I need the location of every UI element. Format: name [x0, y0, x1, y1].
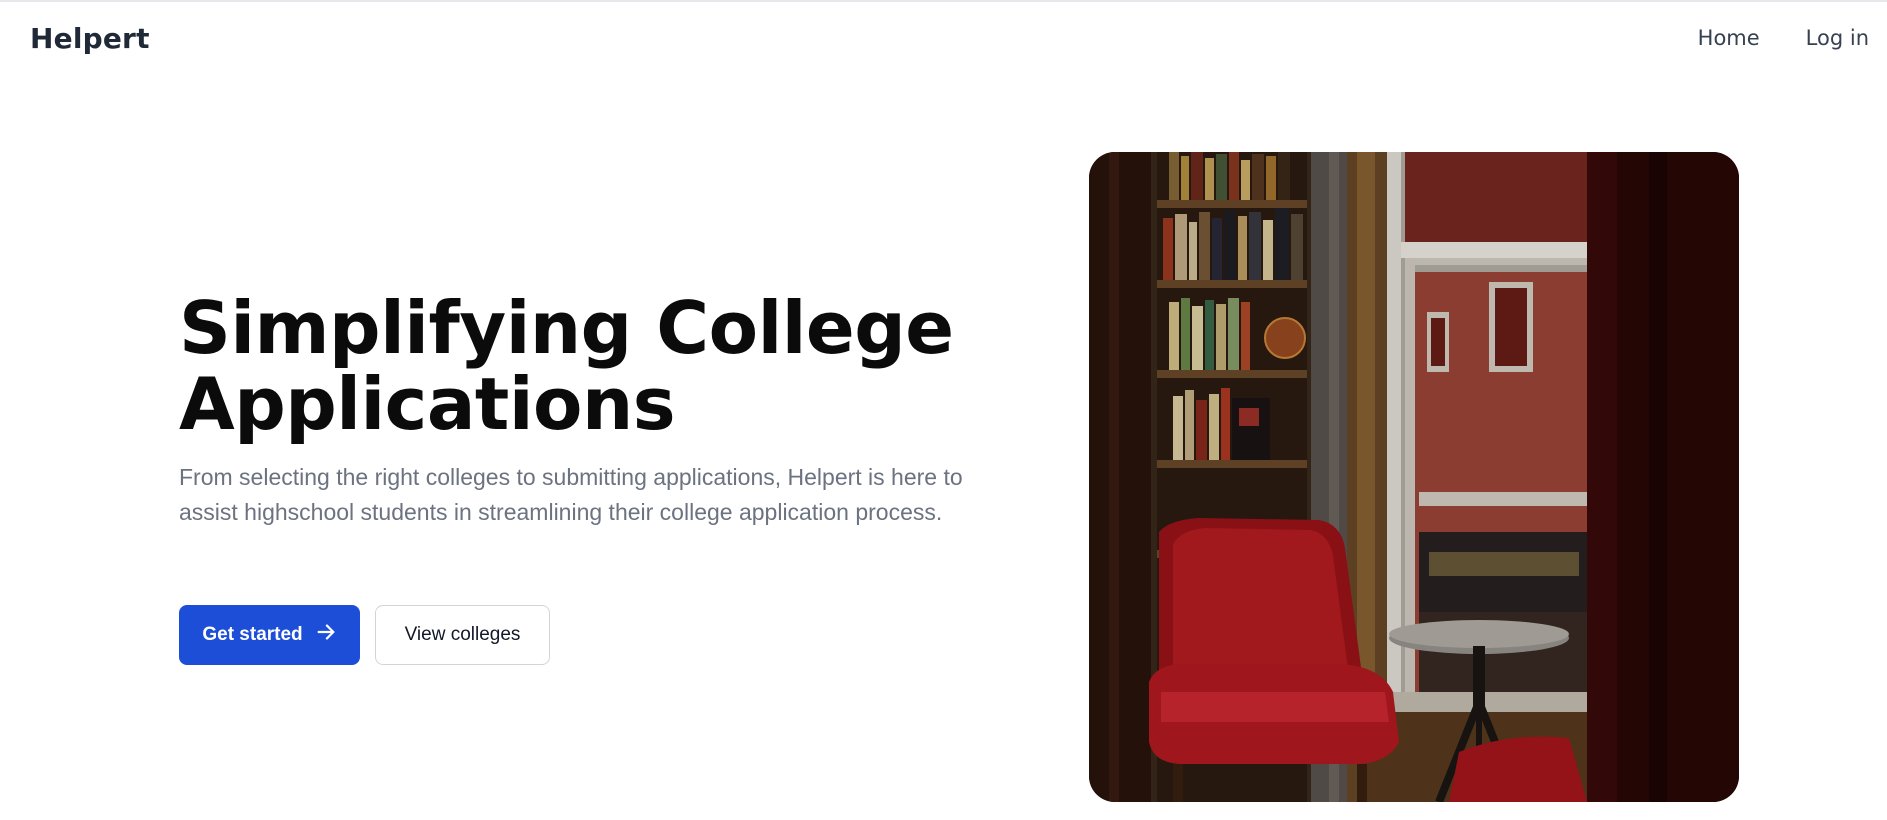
- get-started-button[interactable]: Get started: [179, 605, 360, 665]
- hero-text: Simplifying College Applications From se…: [179, 290, 1039, 530]
- hero-image: [1089, 152, 1739, 802]
- nav-home-link[interactable]: Home: [1698, 26, 1760, 50]
- arrow-right-icon: [315, 621, 337, 649]
- hero-description: From selecting the right colleges to sub…: [179, 464, 963, 525]
- brand-logo[interactable]: Helpert: [30, 22, 150, 55]
- main-nav: Home Log in: [1698, 26, 1869, 50]
- nav-login-link[interactable]: Log in: [1806, 26, 1869, 50]
- get-started-label: Get started: [202, 624, 303, 645]
- hero-title: Simplifying College Applications: [179, 286, 954, 446]
- site-header: Helpert Home Log in: [0, 2, 1887, 76]
- hero-actions: Get started View colleges: [179, 605, 550, 665]
- view-colleges-button[interactable]: View colleges: [375, 605, 550, 665]
